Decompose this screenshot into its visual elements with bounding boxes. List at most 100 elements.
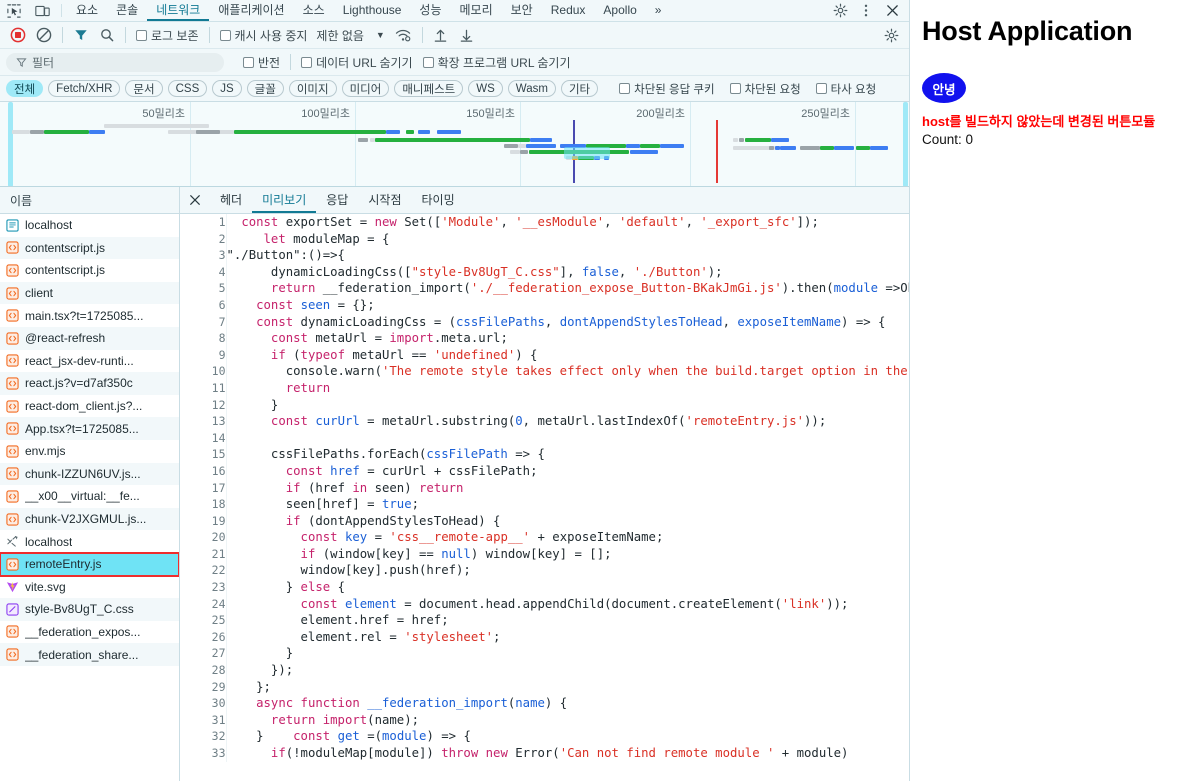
blocked-requests-checkbox[interactable]: 차단된 요청 xyxy=(725,81,806,97)
request-row[interactable]: client xyxy=(0,282,179,305)
network-toolbar: 로그 보존 캐시 사용 중지 제한 없음 ▼ xyxy=(0,22,909,49)
tab-console[interactable]: 콘솔 xyxy=(107,0,147,21)
chip-img[interactable]: 이미지 xyxy=(289,80,337,97)
preserve-log-checkbox[interactable]: 로그 보존 xyxy=(131,27,204,44)
filter-icon[interactable] xyxy=(68,23,94,47)
more-vertical-icon[interactable] xyxy=(853,0,879,22)
line-number: 28 xyxy=(180,662,226,679)
chip-media[interactable]: 미디어 xyxy=(342,80,390,97)
tab-redux[interactable]: Redux xyxy=(542,0,595,21)
inspect-element-icon[interactable] xyxy=(0,0,28,21)
request-row[interactable]: App.tsx?t=1725085... xyxy=(0,417,179,440)
request-name: react_jsx-dev-runti... xyxy=(25,354,134,368)
invert-checkbox[interactable]: 반전 xyxy=(238,54,285,71)
tab-sources[interactable]: 소스 xyxy=(294,0,334,21)
request-name: style-Bv8UgT_C.css xyxy=(25,602,134,616)
chip-js[interactable]: JS xyxy=(212,80,241,97)
chip-manifest[interactable]: 매니페스트 xyxy=(394,80,463,97)
request-row[interactable]: env.mjs xyxy=(0,440,179,463)
script-icon xyxy=(6,558,19,571)
tab-lighthouse[interactable]: Lighthouse xyxy=(334,0,411,21)
greeting-button[interactable]: 안녕 xyxy=(922,73,966,103)
overview-request-bar xyxy=(820,146,834,150)
close-icon[interactable] xyxy=(180,187,210,213)
network-overview-timeline[interactable]: 50밀리초100밀리초150밀리초200밀리초250밀리초 xyxy=(0,102,909,187)
detail-tabbar: 헤더 미리보기 응답 시작점 타이밍 xyxy=(180,187,909,214)
third-party-requests-checkbox[interactable]: 타사 요청 xyxy=(811,81,882,97)
chip-fetch-xhr[interactable]: Fetch/XHR xyxy=(48,80,120,97)
request-row[interactable]: react.js?v=d7af350c xyxy=(0,372,179,395)
tab-elements[interactable]: 요소 xyxy=(67,0,107,21)
code-text: const key = 'css__remote-app__' + expose… xyxy=(226,529,909,546)
tab-network[interactable]: 네트워크 xyxy=(147,0,209,21)
detail-tab-initiator[interactable]: 시작점 xyxy=(358,187,411,213)
line-number: 18 xyxy=(180,496,226,513)
request-row[interactable]: __federation_expos... xyxy=(0,621,179,644)
request-row[interactable]: vite.svg xyxy=(0,576,179,599)
download-icon[interactable] xyxy=(454,23,480,47)
checkbox-box xyxy=(730,83,741,94)
overview-request-bar xyxy=(800,146,820,150)
more-tabs-button[interactable]: » xyxy=(646,0,671,21)
tab-performance[interactable]: 성능 xyxy=(410,0,450,21)
detail-tab-headers[interactable]: 헤더 xyxy=(210,187,252,213)
script-icon xyxy=(6,241,19,254)
code-text: const href = curUrl + cssFilePath; xyxy=(226,463,909,480)
chip-doc[interactable]: 문서 xyxy=(125,80,162,97)
request-row[interactable]: @react-refresh xyxy=(0,327,179,350)
network-settings-gear-icon[interactable] xyxy=(878,23,904,47)
request-row[interactable]: style-Bv8UgT_C.css xyxy=(0,598,179,621)
device-toolbar-icon[interactable] xyxy=(28,0,56,21)
chip-all[interactable]: 전체 xyxy=(6,80,43,97)
chip-ws[interactable]: WS xyxy=(468,80,503,97)
filter-input[interactable]: 필터 xyxy=(6,53,224,72)
request-row[interactable]: __federation_share... xyxy=(0,643,179,666)
request-row[interactable]: chunk-IZZUN6UV.js... xyxy=(0,463,179,486)
wifi-settings-icon[interactable] xyxy=(391,23,417,47)
blocked-response-cookies-checkbox[interactable]: 차단된 응답 쿠키 xyxy=(614,81,719,97)
chip-font[interactable]: 글꼴 xyxy=(247,80,284,97)
throttling-select[interactable]: 제한 없음 xyxy=(312,27,368,44)
request-row[interactable]: __x00__virtual:__fe... xyxy=(0,485,179,508)
request-row[interactable]: main.tsx?t=1725085... xyxy=(0,304,179,327)
request-row[interactable]: localhost xyxy=(0,214,179,237)
detail-tab-response[interactable]: 응답 xyxy=(316,187,358,213)
tab-application[interactable]: 애플리케이션 xyxy=(209,0,293,21)
record-stop-icon[interactable] xyxy=(5,23,31,47)
request-row[interactable]: contentscript.js xyxy=(0,237,179,260)
gear-icon[interactable] xyxy=(827,0,853,22)
code-text: const dynamicLoadingCss = (cssFilePaths,… xyxy=(226,314,909,331)
request-row[interactable]: contentscript.js xyxy=(0,259,179,282)
chip-css[interactable]: CSS xyxy=(168,80,208,97)
hide-data-urls-checkbox[interactable]: 데이터 URL 숨기기 xyxy=(296,54,417,71)
detail-tab-timing[interactable]: 타이밍 xyxy=(411,187,464,213)
request-row[interactable]: chunk-V2JXGMUL.js... xyxy=(0,508,179,531)
chip-wasm[interactable]: Wasm xyxy=(508,80,556,97)
request-name: __federation_share... xyxy=(25,648,138,662)
tab-security[interactable]: 보안 xyxy=(502,0,542,21)
detail-tab-preview[interactable]: 미리보기 xyxy=(252,187,316,213)
search-icon[interactable] xyxy=(94,23,120,47)
hide-extension-urls-checkbox[interactable]: 확장 프로그램 URL 숨기기 xyxy=(418,54,576,71)
disable-cache-checkbox[interactable]: 캐시 사용 중지 xyxy=(215,27,313,44)
code-text: return __federation_import('./__federati… xyxy=(226,280,909,297)
request-row[interactable]: localhost xyxy=(0,530,179,553)
chip-other[interactable]: 기타 xyxy=(561,80,598,97)
tab-apollo[interactable]: Apollo xyxy=(594,0,645,21)
line-number: 30 xyxy=(180,695,226,712)
code-text xyxy=(226,430,909,447)
toolbar-divider-2 xyxy=(125,27,126,43)
request-row[interactable]: remoteEntry.js xyxy=(0,553,179,576)
script-icon xyxy=(6,445,19,458)
code-preview[interactable]: 1 const exportSet = new Set(['Module', '… xyxy=(180,214,909,781)
request-row[interactable]: react-dom_client.js?... xyxy=(0,395,179,418)
tab-memory[interactable]: 메모리 xyxy=(451,0,502,21)
chevron-down-icon[interactable]: ▼ xyxy=(368,30,391,40)
close-icon[interactable] xyxy=(879,0,905,22)
request-row[interactable]: react_jsx-dev-runti... xyxy=(0,350,179,373)
request-name: client xyxy=(25,286,53,300)
upload-icon[interactable] xyxy=(428,23,454,47)
clear-icon[interactable] xyxy=(31,23,57,47)
request-list-body[interactable]: localhostcontentscript.jscontentscript.j… xyxy=(0,214,179,781)
code-text: if (dontAppendStylesToHead) { xyxy=(226,513,909,530)
